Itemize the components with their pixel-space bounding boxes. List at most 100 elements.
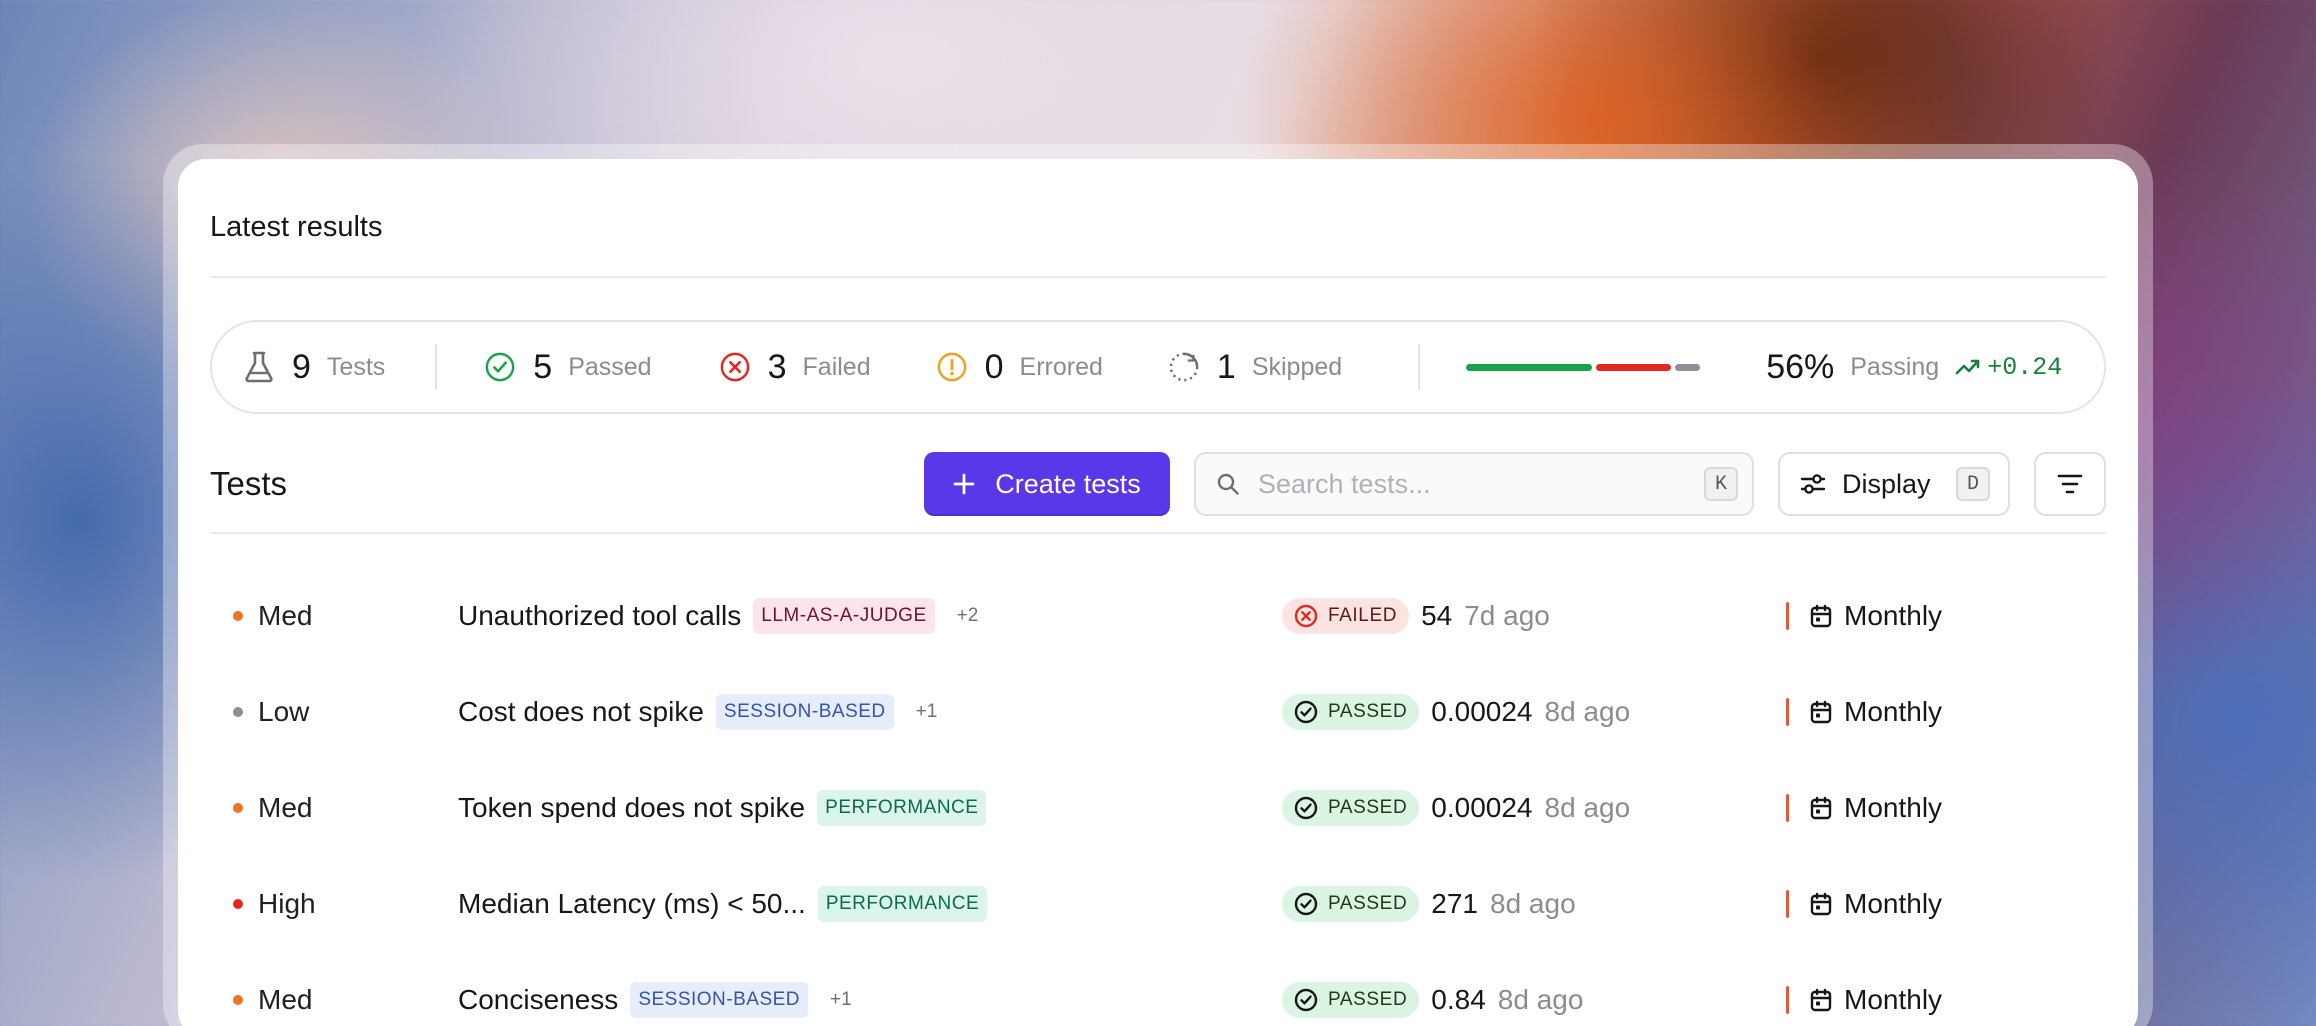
test-name[interactable]: Token spend does not spike [458,792,805,824]
schedule-label: Monthly [1844,888,1943,919]
search-box[interactable]: K [1194,452,1754,516]
bar-segment-failed [1596,363,1672,371]
priority-label: Med [258,792,313,823]
schedule-marker [1786,794,1789,822]
failed-label: Failed [802,352,871,381]
stat-failed[interactable]: 3 Failed [720,322,871,412]
status-cell: FAILED 54 7d ago [1282,598,1550,634]
flask-icon [244,351,274,383]
passed-count: 5 [533,347,553,386]
test-tag: SESSION-BASED [630,982,809,1018]
delta-value: +0.24 [1987,352,2063,382]
priority-label: Low [258,696,310,727]
priority-label: High [258,888,316,919]
more-tags-count[interactable]: +1 [916,701,938,723]
stat-tests[interactable]: 9 Tests [244,322,385,412]
status-label: PASSED [1328,797,1408,818]
trend-up-icon [1955,359,1980,375]
check-circle-icon [1294,892,1318,916]
schedule-cell[interactable]: Monthly [1810,600,1942,632]
skip-circle-icon [1169,352,1199,382]
test-tag: PERFORMANCE [817,790,987,826]
schedule-cell[interactable]: Monthly [1810,696,1942,728]
schedule-marker [1786,986,1789,1014]
display-label: Display [1842,468,1931,499]
schedule-label: Monthly [1844,600,1943,631]
priority-label: Med [258,600,313,631]
calendar-icon [1810,604,1832,628]
table-row[interactable]: Med Token spend does not spike PERFORMANCE… [178,760,2138,856]
check-circle-icon [1294,700,1318,724]
summary-bar: 9 Tests 5 Passed 3 Failed 0 Errored 1 Sk… [210,320,2106,414]
filter-icon [2057,474,2083,494]
result-value: 0.00024 [1431,696,1533,727]
schedule-cell[interactable]: Monthly [1810,792,1942,824]
x-circle-icon [1294,604,1318,628]
plus-icon [953,473,975,495]
stat-errored[interactable]: 0 Errored [937,322,1103,412]
filter-button[interactable] [2034,452,2106,516]
table-row[interactable]: Low Cost does not spike SESSION-BASED +1 PAS… [178,664,2138,760]
errored-count: 0 [984,347,1004,386]
divider [210,532,2106,534]
priority-dot [233,995,243,1005]
divider [210,276,2106,278]
stat-skipped[interactable]: 1 Skipped [1169,322,1342,412]
table-row[interactable]: Med Unauthorized tool calls LLM-AS-A-JUDGE… [178,568,2138,664]
card-title: Latest results [210,211,383,243]
passing-label: Passing [1850,352,1940,381]
last-run-time: 7d ago [1464,600,1550,631]
display-button[interactable]: Display D [1778,452,2010,516]
priority-label: Med [258,984,313,1015]
last-run-time: 8d ago [1497,984,1584,1015]
results-card: Latest results 9 Tests 5 Passed 3 Failed [178,159,2138,1026]
schedule-label: Monthly [1844,984,1943,1015]
status-label: PASSED [1328,701,1408,722]
stat-passed[interactable]: 5 Passed [485,322,652,412]
bar-segment-passed [1466,363,1593,371]
create-tests-label: Create tests [995,468,1141,499]
passing-delta: +0.24 [1955,353,2062,382]
status-label: FAILED [1328,605,1398,626]
status-badge: PASSED [1282,694,1420,730]
more-tags-count[interactable]: +2 [957,605,979,627]
test-name-cell: Conciseness SESSION-BASED +1 [458,982,852,1018]
pass-rate-bar [1466,363,1701,371]
status-badge: FAILED [1282,598,1410,634]
test-name-cell: Median Latency (ms) < 50... PERFORMANCE [458,886,988,922]
schedule-cell[interactable]: Monthly [1810,984,1942,1016]
test-tag: SESSION-BASED [715,694,894,730]
display-shortcut-key: D [1956,467,1990,501]
test-tag: PERFORMANCE [817,886,988,922]
status-label: PASSED [1328,989,1408,1010]
errored-label: Errored [1019,352,1103,381]
priority-dot [233,707,243,717]
test-tag: LLM-AS-A-JUDGE [753,598,935,634]
failed-count: 3 [767,347,787,386]
tests-label: Tests [326,352,386,381]
test-name[interactable]: Conciseness [458,984,618,1016]
status-cell: PASSED 271 8d ago [1282,886,1576,922]
schedule-cell[interactable]: Monthly [1810,888,1942,920]
last-run-time: 8d ago [1544,696,1631,727]
result-value: 54 [1421,600,1453,631]
check-circle-icon [1294,988,1318,1012]
more-tags-count[interactable]: +1 [830,989,852,1011]
test-name[interactable]: Unauthorized tool calls [458,600,741,632]
schedule-marker [1786,890,1789,918]
test-name[interactable]: Cost does not spike [458,696,704,728]
table-row[interactable]: Med Conciseness SESSION-BASED +1 PASSED 0.84 8… [178,952,2138,1026]
status-badge: PASSED [1282,982,1420,1018]
calendar-icon [1810,892,1832,916]
table-row[interactable]: High Median Latency (ms) < 50... PERFORMAN… [178,856,2138,952]
alert-circle-icon [937,352,967,382]
create-tests-button[interactable]: Create tests [924,452,1170,516]
passed-label: Passed [568,352,652,381]
bar-segment-skipped [1675,363,1701,371]
result-value: 271 [1431,888,1478,919]
priority-dot [233,611,243,621]
test-name[interactable]: Median Latency (ms) < 50... [458,888,806,920]
priority-dot [233,803,243,813]
passing-percent: 56% [1766,347,1835,386]
search-input[interactable] [1258,468,1678,500]
